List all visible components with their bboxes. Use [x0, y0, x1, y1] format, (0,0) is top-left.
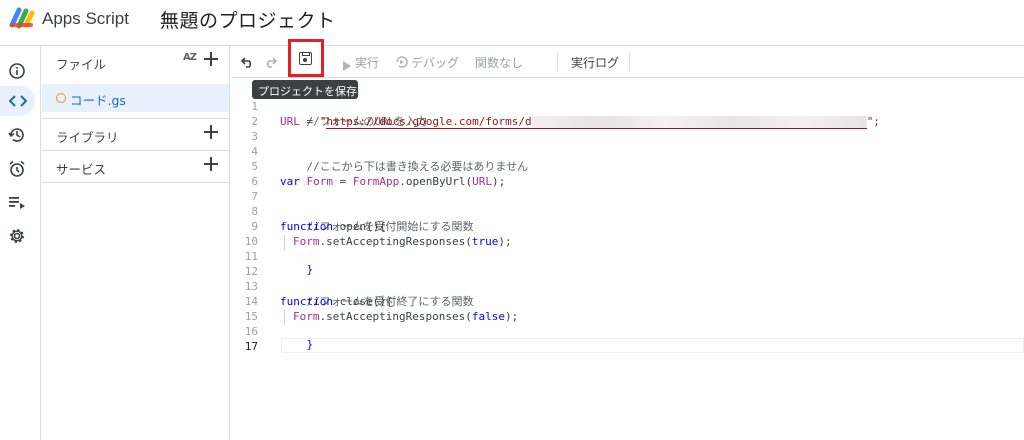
redo-icon[interactable]: [263, 54, 278, 73]
code-keyword: var: [280, 175, 300, 188]
line-number: 10: [244, 235, 258, 248]
line-number: 15: [244, 310, 258, 323]
execution-log-button[interactable]: 実行ログ: [571, 54, 619, 71]
editor-toolbar: 実行 デバッグ 関数なし 実行ログ: [231, 46, 1024, 78]
unsaved-dot-icon: [56, 93, 66, 103]
add-library-icon[interactable]: [203, 124, 219, 140]
code-string: ";: [866, 115, 880, 128]
line-number: 7: [251, 190, 258, 203]
line-number: 9: [251, 220, 258, 233]
code-line: function open(){: [280, 220, 386, 233]
files-header: ファイル AZ: [42, 46, 229, 78]
line-number: 4: [251, 145, 258, 158]
code-boolean: false: [471, 310, 505, 323]
indent-guide: [284, 310, 285, 325]
code-keyword: function: [280, 220, 333, 233]
code-line: Form.setAcceptingResponses(false);: [293, 310, 518, 323]
undo-icon[interactable]: [240, 54, 255, 73]
history-icon[interactable]: [6, 124, 28, 146]
code-identifier: URL: [280, 115, 300, 128]
sort-az-icon[interactable]: AZ: [183, 52, 197, 63]
code-boolean: true: [471, 235, 499, 248]
code-line: }: [280, 325, 314, 364]
files-panel: ファイル AZ コード.gs ライブラリ サービス: [42, 46, 230, 440]
code-punct: );: [498, 235, 512, 248]
divider: [42, 182, 229, 183]
add-file-icon[interactable]: [203, 51, 219, 67]
editor-icon[interactable]: [0, 86, 35, 116]
code-brace: }: [306, 263, 314, 276]
line-number: 11: [244, 250, 258, 263]
code-operator: =: [299, 115, 320, 128]
services-label: サービス: [56, 162, 107, 177]
settings-gear-icon[interactable]: [6, 225, 28, 247]
code-line: Form.setAcceptingResponses(true);: [293, 235, 512, 248]
line-number: 5: [251, 160, 258, 173]
libraries-row[interactable]: ライブラリ: [42, 119, 229, 151]
code-punct: );: [491, 175, 506, 188]
indent-guide: [284, 235, 285, 250]
code-identifier: Form: [293, 310, 320, 323]
code-brace: }: [306, 338, 314, 351]
line-number: 3: [251, 130, 258, 143]
code-line: function close(){: [280, 295, 393, 308]
app-header: Apps Script 無題のプロジェクト: [0, 0, 1024, 38]
function-select[interactable]: 関数なし: [475, 54, 523, 71]
libraries-label: ライブラリ: [56, 130, 119, 145]
code-method: .setAcceptingResponses(: [319, 310, 472, 323]
project-title[interactable]: 無題のプロジェクト: [160, 6, 336, 33]
code-text: open(){: [332, 220, 386, 233]
left-nav-rail: [0, 46, 41, 440]
line-number: 13: [244, 280, 258, 293]
apps-script-logo[interactable]: [9, 6, 35, 30]
code-comment: //ここから下は書き換える必要はありません: [306, 160, 529, 173]
executions-icon[interactable]: [6, 192, 28, 214]
code-method: .openByUrl(: [399, 175, 473, 188]
code-identifier: URL: [472, 175, 492, 188]
line-number: 6: [251, 175, 258, 188]
toolbar-separator: [629, 53, 630, 71]
code-identifier: Form: [299, 175, 340, 188]
debug-icon[interactable]: [395, 54, 409, 73]
code-line: URL = "https://docs.google.com/forms/d ";: [280, 115, 880, 129]
code-editor[interactable]: 1 2 3 4 5 6 7 8 9 10 11 12 13 14 15 16 1…: [231, 97, 1024, 440]
save-project-button[interactable]: [288, 39, 324, 77]
line-number: 16: [244, 325, 258, 338]
app-name: Apps Script: [42, 9, 129, 28]
code-line: var Form = FormApp.openByUrl(URL);: [280, 175, 505, 188]
line-number: 12: [244, 265, 258, 278]
code-url-string: https://docs.google.com/forms/d: [326, 115, 532, 129]
add-service-icon[interactable]: [203, 156, 219, 172]
save-disk-icon: [299, 52, 312, 65]
overview-icon[interactable]: [6, 60, 28, 82]
files-title: ファイル: [56, 57, 107, 72]
run-play-icon[interactable]: [343, 56, 351, 75]
toolbar-separator: [557, 53, 558, 71]
code-identifier: Form: [293, 235, 320, 248]
line-number: 1: [251, 100, 258, 113]
services-row[interactable]: サービス: [42, 151, 229, 183]
run-button[interactable]: 実行: [355, 54, 379, 71]
file-name: コード.gs: [70, 93, 126, 108]
code-keyword: function: [280, 295, 333, 308]
redacted-url-blur: [531, 115, 867, 129]
code-method: .setAcceptingResponses(: [319, 235, 472, 248]
line-number: 17: [244, 340, 258, 353]
line-number: 14: [244, 295, 258, 308]
code-text: close(){: [332, 295, 393, 308]
code-identifier: FormApp: [352, 175, 400, 188]
line-number: 2: [251, 115, 258, 128]
triggers-alarm-icon[interactable]: [6, 158, 28, 180]
current-line-highlight: [281, 338, 1024, 353]
debug-button[interactable]: デバッグ: [411, 54, 459, 71]
code-operator: =: [339, 175, 353, 188]
file-item-code-gs[interactable]: コード.gs: [42, 84, 229, 112]
line-number: 8: [251, 205, 258, 218]
code-punct: );: [504, 310, 519, 323]
